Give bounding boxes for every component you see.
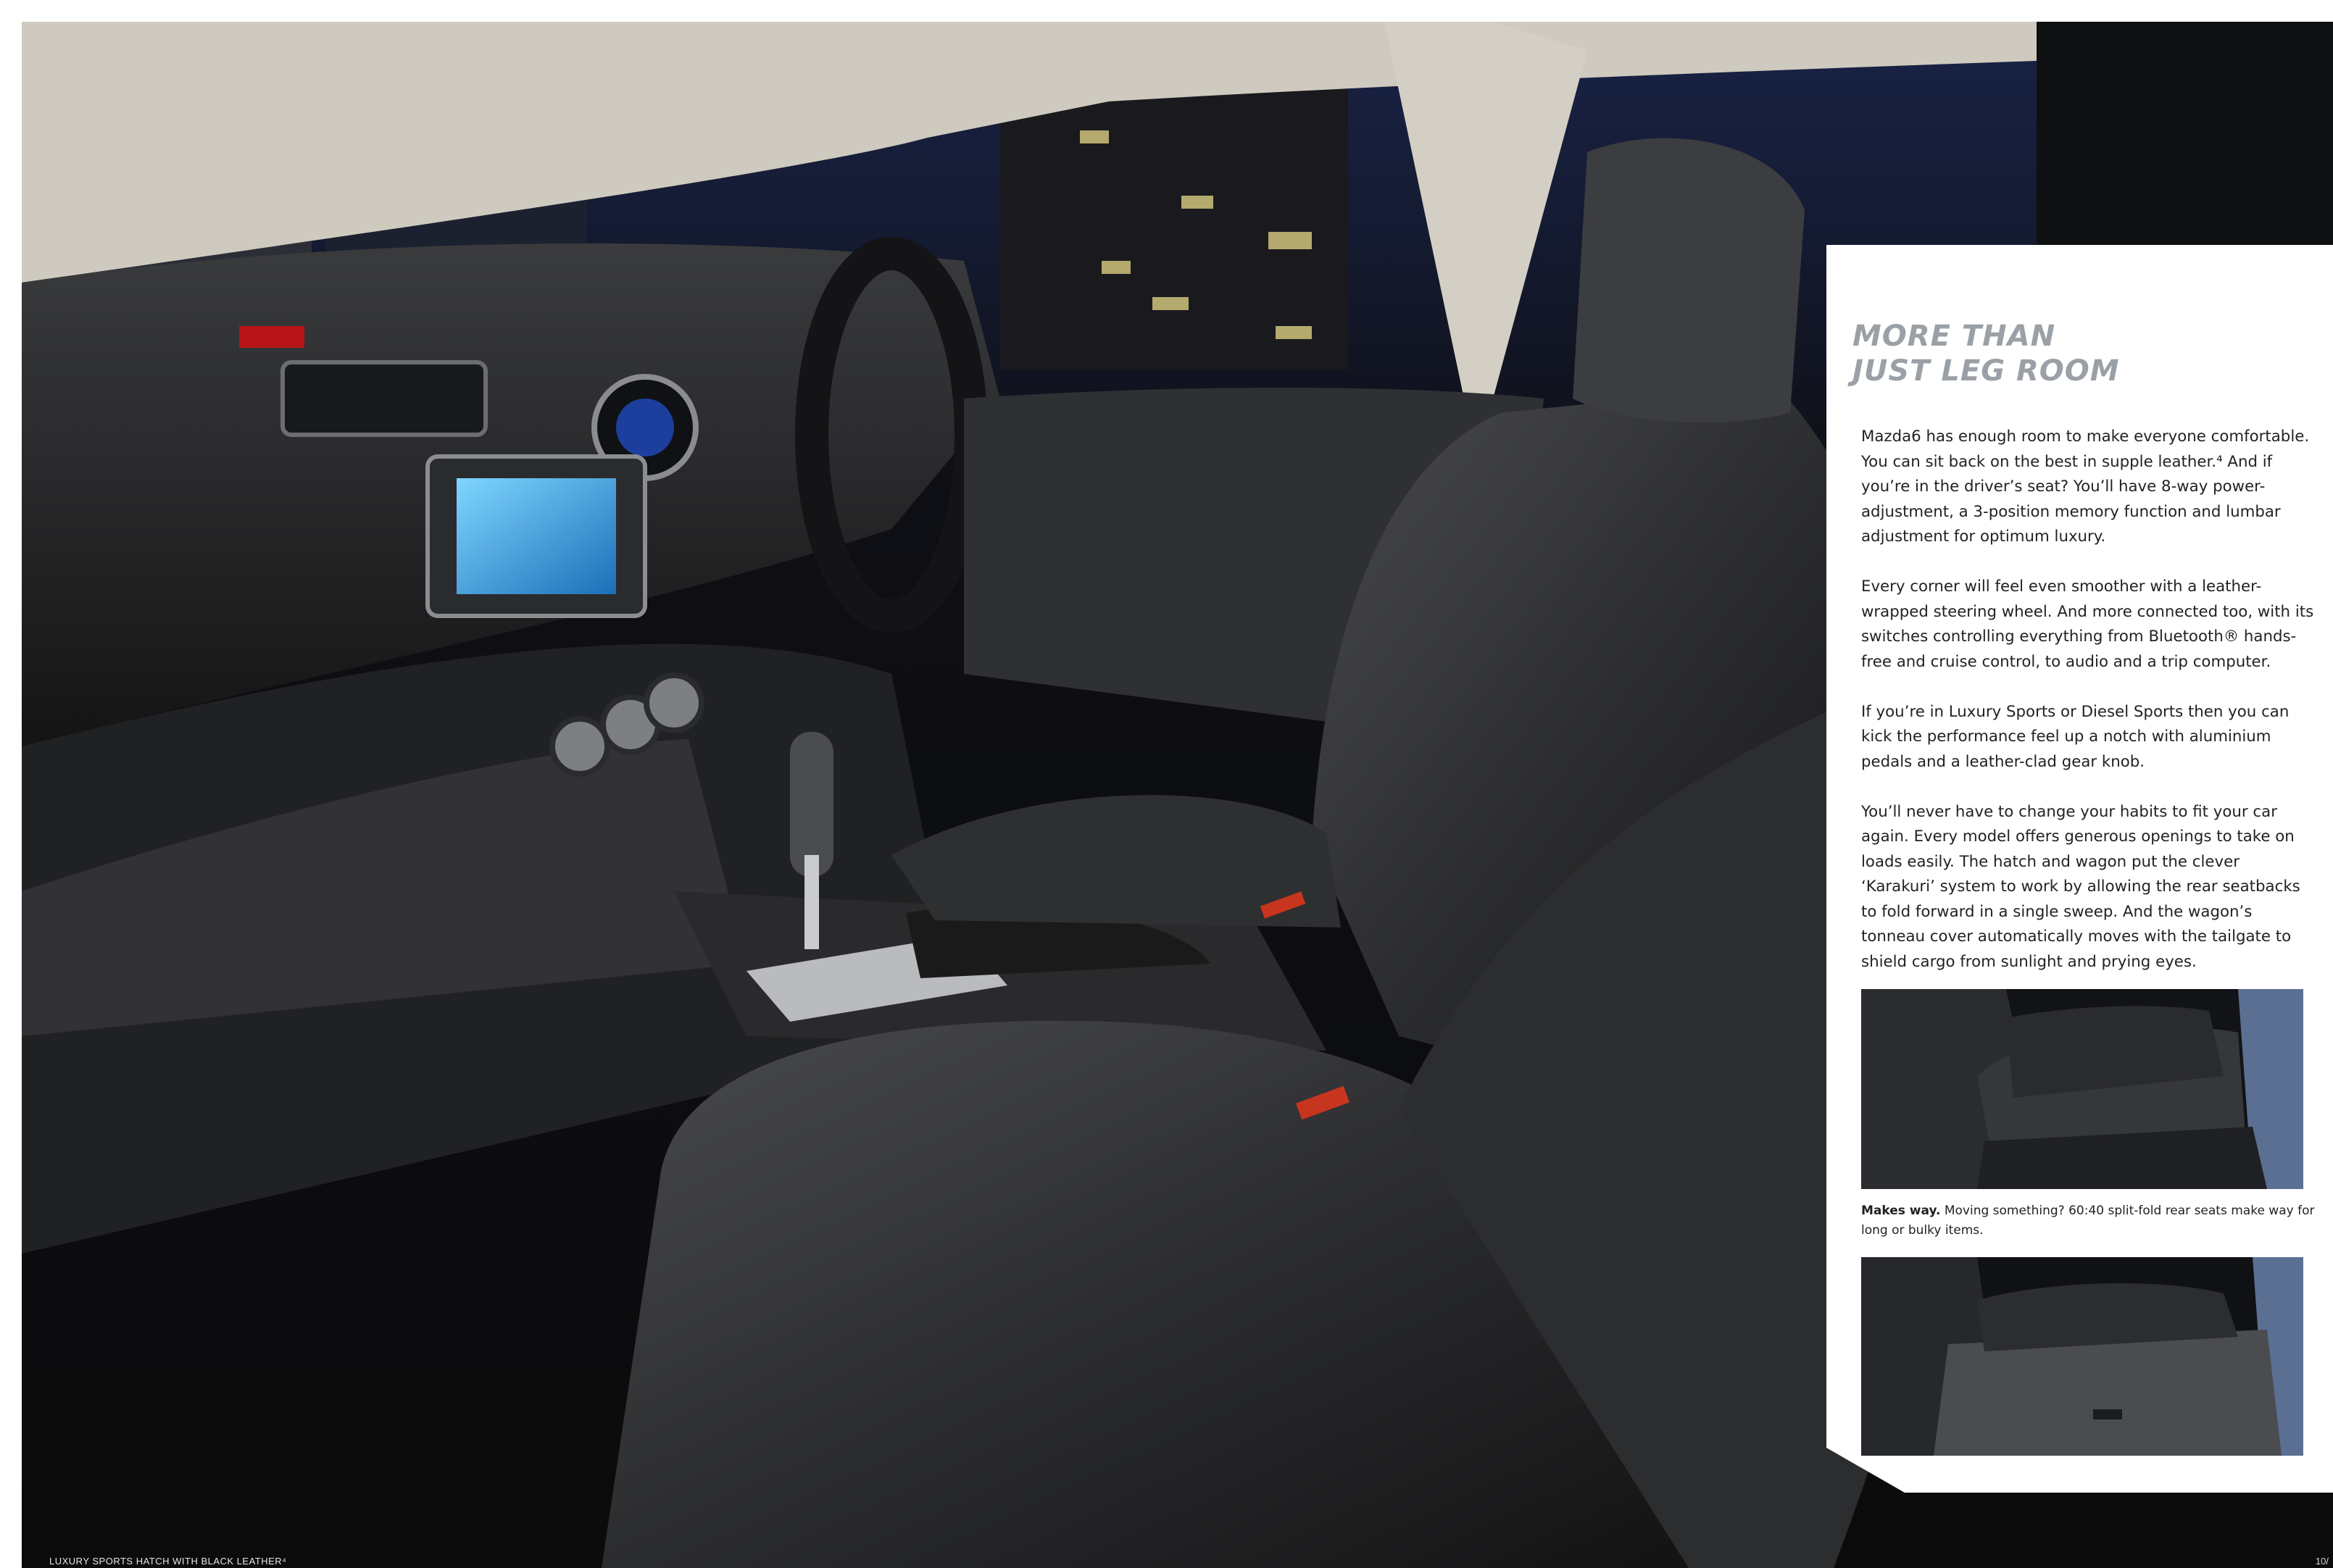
title-line-1: MORE THAN — [1852, 320, 2056, 353]
text-panel: MORE THAN JUST LEG ROOM Mazda6 has enoug… — [1826, 245, 2333, 1493]
body-copy: Mazda6 has enough room to make everyone … — [1861, 425, 2316, 1000]
paragraph-seating: Mazda6 has enough room to make everyone … — [1861, 428, 2310, 546]
paragraph-performance: If you’re in Luxury Sports or Diesel Spo… — [1861, 702, 2290, 771]
folded-seats-illustration — [1861, 1257, 2303, 1456]
title-line-2: JUST LEG ROOM — [1852, 354, 2120, 388]
folded-seats-photo — [1861, 1257, 2303, 1456]
paragraph-steering: Every corner will feel even smoother wit… — [1861, 577, 2314, 671]
page-number: 10/ — [2315, 1556, 2329, 1567]
page-title: MORE THAN JUST LEG ROOM — [1852, 319, 2120, 388]
image-caption: LUXURY SPORTS HATCH WITH BLACK LEATHER⁴ — [49, 1556, 287, 1567]
paragraph-cargo: You’ll never have to change your habits … — [1861, 802, 2300, 971]
photo-caption-bold: Makes way. — [1861, 1204, 1941, 1218]
rear-seats-illustration — [1861, 989, 2303, 1189]
rear-seats-photo — [1861, 989, 2303, 1189]
photo-caption: Makes way. Moving something? 60:40 split… — [1861, 1201, 2318, 1240]
